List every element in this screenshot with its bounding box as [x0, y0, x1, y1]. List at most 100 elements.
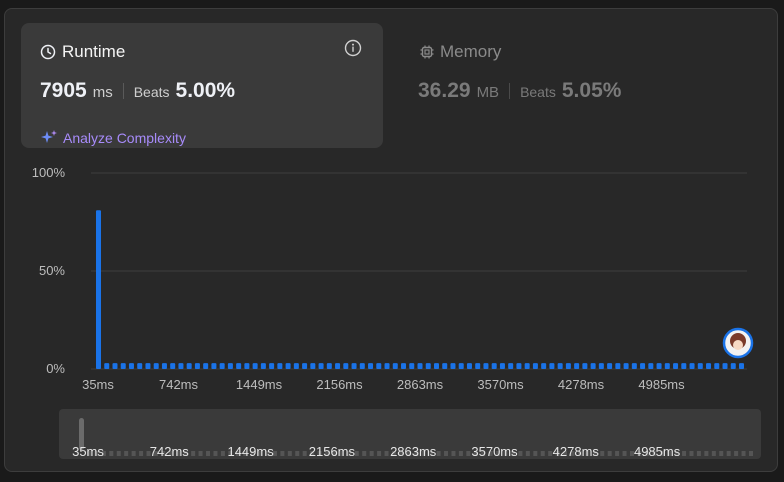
- bar: [541, 363, 547, 369]
- overview-bar: [377, 451, 382, 456]
- bar: [516, 363, 522, 369]
- x-tick-label: 35ms: [82, 377, 114, 392]
- bar: [335, 363, 341, 369]
- bar: [137, 363, 143, 369]
- overview-bar: [704, 451, 709, 456]
- overview-tick-label: 4985ms: [634, 444, 681, 459]
- bar: [252, 363, 258, 369]
- bar: [532, 363, 538, 369]
- x-tick-label: 3570ms: [477, 377, 524, 392]
- bar: [664, 363, 670, 369]
- bar: [170, 363, 176, 369]
- bar: [565, 363, 571, 369]
- overview-bar: [726, 451, 731, 456]
- overview-bar: [466, 451, 471, 456]
- bar: [351, 363, 357, 369]
- overview-bar: [444, 451, 449, 456]
- overview-tick-label: 35ms: [72, 444, 104, 459]
- overview-bar: [607, 451, 612, 456]
- overview-bar: [525, 451, 530, 456]
- y-tick-label: 0%: [46, 361, 65, 376]
- y-tick-label: 100%: [32, 165, 66, 180]
- runtime-distribution-chart: 100% 50% 0% 35ms 742ms 1449ms 2156ms 2863ms 3570…: [32, 165, 754, 392]
- bar: [442, 363, 448, 369]
- x-tick-label: 4278ms: [558, 377, 605, 392]
- overview-bar: [109, 451, 114, 456]
- bar: [104, 363, 110, 369]
- x-tick-label: 4985ms: [638, 377, 685, 392]
- overview-bar: [548, 451, 553, 456]
- overview-bar: [518, 451, 523, 456]
- overview-bar: [696, 451, 701, 456]
- bar: [409, 363, 415, 369]
- overview-bar: [280, 451, 285, 456]
- overview-tick-label: 2156ms: [309, 444, 356, 459]
- bar: [392, 363, 398, 369]
- bar: [219, 363, 225, 369]
- overview-bar: [749, 451, 753, 456]
- bar: [623, 363, 629, 369]
- bar: [293, 363, 299, 369]
- overview-tick-label: 3570ms: [471, 444, 518, 459]
- overview-bar: [384, 451, 389, 456]
- chart-range-scroller[interactable]: 35ms 742ms 1449ms 2156ms 2863ms 3570ms 4278ms 4…: [59, 409, 761, 459]
- bar: [557, 363, 563, 369]
- overview-bar: [711, 451, 716, 456]
- bar: [186, 363, 192, 369]
- bar: [730, 363, 736, 369]
- bar: [227, 363, 233, 369]
- bar: [343, 363, 349, 369]
- overview-bar: [615, 451, 620, 456]
- bar: [433, 363, 439, 369]
- bar: [376, 363, 382, 369]
- bar: [508, 363, 514, 369]
- bar: [302, 363, 308, 369]
- bar: [483, 363, 489, 369]
- bar: [401, 363, 407, 369]
- overview-tick-label: 2863ms: [390, 444, 437, 459]
- bar: [615, 363, 621, 369]
- bar: [582, 363, 588, 369]
- overview-bar: [436, 451, 441, 456]
- bar: [211, 363, 217, 369]
- bar: [120, 363, 126, 369]
- bar: [450, 363, 456, 369]
- bar: [359, 363, 365, 369]
- bar: [598, 363, 604, 369]
- bar: [648, 363, 654, 369]
- bar: [590, 363, 596, 369]
- bar: [194, 363, 200, 369]
- overview-tick-label: 1449ms: [227, 444, 274, 459]
- overview-bar: [362, 451, 367, 456]
- bar: [491, 363, 497, 369]
- overview-bar: [451, 451, 456, 456]
- overview-tick-label: 742ms: [150, 444, 190, 459]
- bar: [689, 363, 695, 369]
- overview-bar: [295, 451, 300, 456]
- bar: [318, 363, 324, 369]
- bar: [145, 363, 151, 369]
- y-tick-label: 50%: [39, 263, 65, 278]
- overview-bar: [139, 451, 144, 456]
- bar: [466, 363, 472, 369]
- bar: [681, 363, 687, 369]
- bar: [425, 363, 431, 369]
- bar: [458, 363, 464, 369]
- bar: [673, 363, 679, 369]
- overview-bar: [116, 451, 121, 456]
- bar: [153, 363, 159, 369]
- user-avatar: [722, 327, 754, 359]
- overview-bar: [734, 451, 739, 456]
- overview-bar: [124, 451, 129, 456]
- overview-tick-label: 4278ms: [553, 444, 600, 459]
- overview-chart: 35ms 742ms 1449ms 2156ms 2863ms 3570ms 4278ms 4…: [72, 444, 753, 459]
- bar: [706, 363, 712, 369]
- bar: [640, 363, 646, 369]
- bar: [475, 363, 481, 369]
- overview-bar: [719, 451, 724, 456]
- overview-bar: [369, 451, 374, 456]
- overview-bar: [131, 451, 136, 456]
- bar: [326, 363, 332, 369]
- bar: [549, 363, 555, 369]
- bar: [260, 363, 266, 369]
